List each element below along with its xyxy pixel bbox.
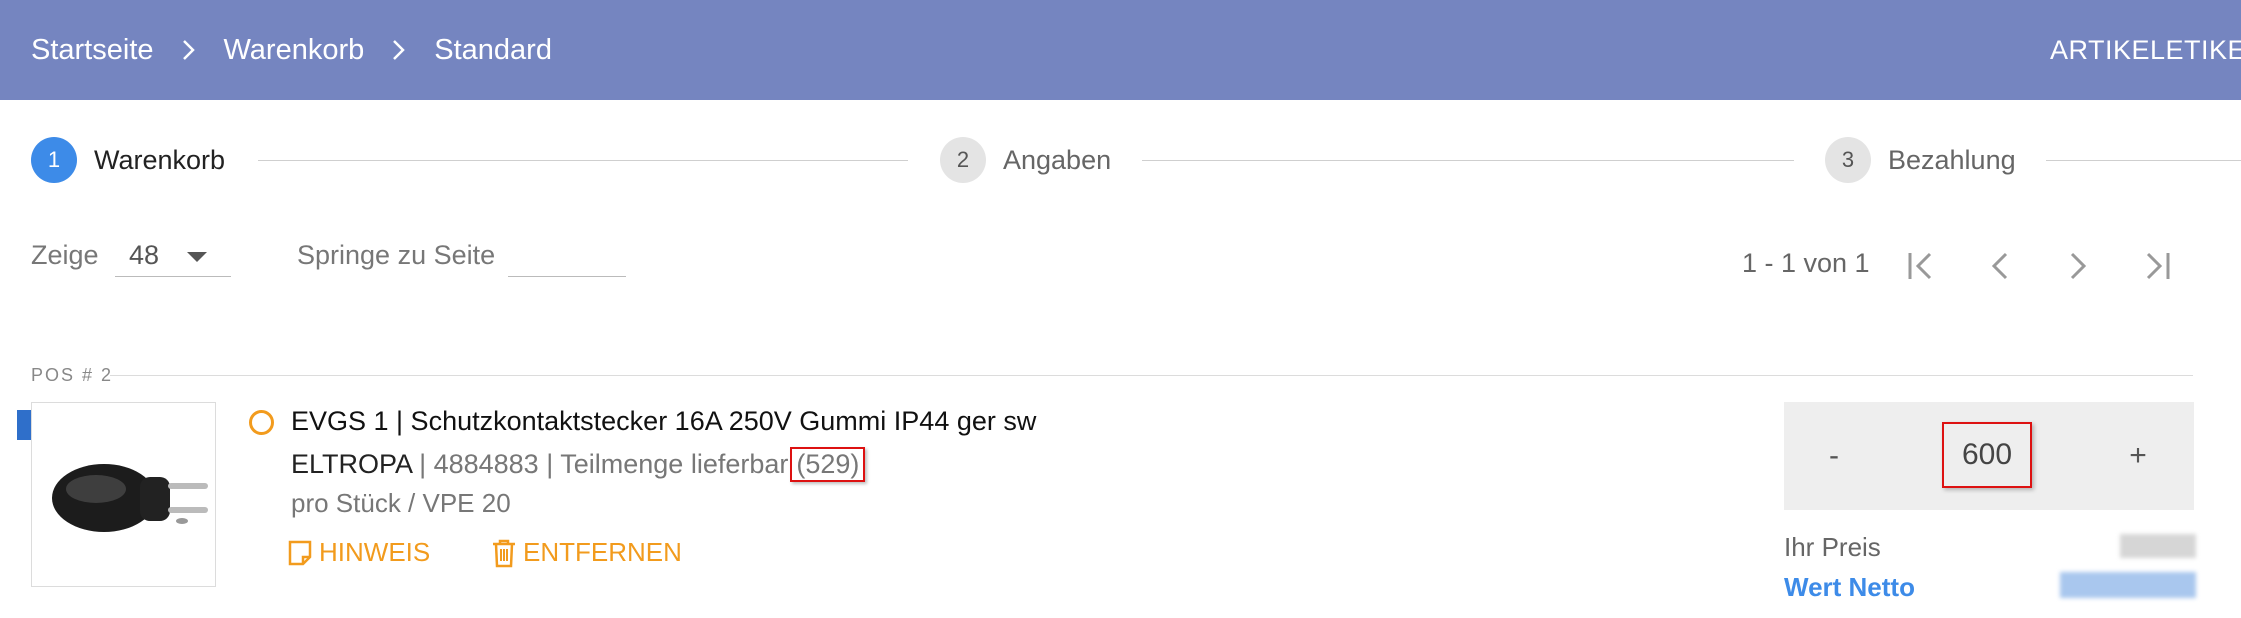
breadcrumb-item-current: Standard <box>434 33 552 66</box>
quantity-stepper: - 600 + <box>1784 402 2194 510</box>
article-number: 4884883 <box>433 449 539 479</box>
chevron-right-icon <box>392 39 406 61</box>
article-labels-link[interactable]: ARTIKELETIKE <box>2050 0 2241 100</box>
page-size-value: 48 <box>129 240 160 270</box>
divider <box>110 375 2193 376</box>
top-bar: Startseite Warenkorb Standard ARTIKELETI… <box>0 0 2241 100</box>
increase-quantity-button[interactable]: + <box>2088 402 2188 510</box>
product-title[interactable]: EVGS 1 | Schutzkontaktstecker 16A 250V G… <box>291 406 1036 437</box>
meta-separator: | <box>546 449 561 479</box>
jump-to-page-input[interactable] <box>508 236 626 277</box>
decrease-quantity-button[interactable]: - <box>1784 402 1884 510</box>
step-payment[interactable]: 3 Bezahlung <box>1825 136 2016 184</box>
step-number: 2 <box>940 137 986 183</box>
page-range-text: 1 - 1 von 1 <box>1742 248 1870 278</box>
breadcrumb: Startseite Warenkorb Standard <box>31 0 552 100</box>
step-label: Bezahlung <box>1888 144 2016 175</box>
breadcrumb-item-home[interactable]: Startseite <box>31 34 154 67</box>
step-details[interactable]: 2 Angaben <box>940 136 1111 184</box>
next-page-icon[interactable] <box>2056 244 2100 288</box>
last-page-icon[interactable] <box>2134 244 2178 288</box>
net-value-redacted <box>2060 572 2196 598</box>
trash-icon <box>491 538 517 568</box>
page-size-label: Zeige <box>31 240 99 270</box>
step-connector <box>1142 160 1794 161</box>
unit-info: pro Stück / VPE 20 <box>291 488 511 518</box>
note-icon <box>287 539 313 567</box>
step-connector <box>258 160 908 161</box>
remove-button[interactable]: ENTFERNEN <box>491 537 682 568</box>
breadcrumb-item-cart[interactable]: Warenkorb <box>224 34 365 67</box>
note-button-label: HINWEIS <box>319 537 431 567</box>
price-value-redacted <box>2120 534 2196 558</box>
product-image[interactable] <box>31 402 216 587</box>
step-number: 3 <box>1825 137 1871 183</box>
availability-text: Teilmenge lieferbar <box>560 449 789 479</box>
price-label: Ihr Preis <box>1784 532 1881 562</box>
step-connector <box>2046 160 2241 161</box>
net-value-label: Wert Netto <box>1784 572 1915 602</box>
checkout-stepper: 1 Warenkorb 2 Angaben 3 Bezahlung <box>0 136 2241 192</box>
pagination-bar: Zeige 48 Springe zu Seite 1 - 1 von 1 <box>0 230 2241 290</box>
position-label: POS # 2 <box>31 365 114 385</box>
step-label: Warenkorb <box>94 144 226 175</box>
page-size-select[interactable]: 48 <box>115 236 231 277</box>
product-meta: ELTROPA | 4884883 | Teilmenge lieferbar(… <box>291 447 866 482</box>
meta-separator: | <box>419 449 434 479</box>
step-label: Angaben <box>1003 144 1112 175</box>
previous-page-icon[interactable] <box>1978 244 2022 288</box>
jump-to-page-label: Springe zu Seite <box>297 240 496 270</box>
quantity-input[interactable]: 600 <box>1942 422 2032 488</box>
product-brand: ELTROPA <box>291 449 412 479</box>
step-number: 1 <box>31 137 77 183</box>
step-cart[interactable]: 1 Warenkorb <box>31 136 225 184</box>
available-quantity: (529) <box>790 447 866 482</box>
status-circle-icon <box>249 410 274 435</box>
first-page-icon[interactable] <box>1900 244 1944 288</box>
remove-button-label: ENTFERNEN <box>523 537 682 567</box>
note-button[interactable]: HINWEIS <box>287 537 430 568</box>
dropdown-caret-icon <box>187 252 207 262</box>
chevron-right-icon <box>182 39 196 61</box>
